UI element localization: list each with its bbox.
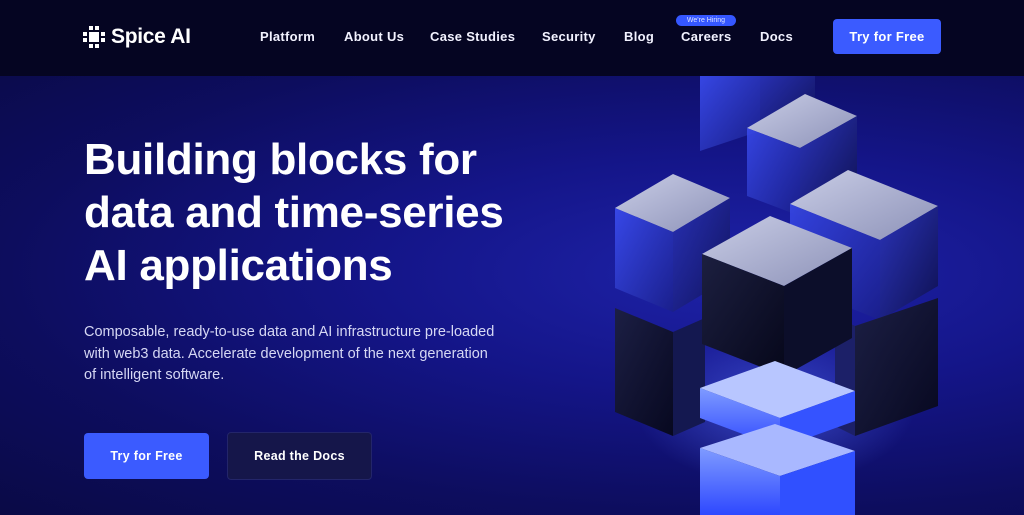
hero-section: Building blocks for data and time-series…	[0, 76, 1024, 515]
read-the-docs-button[interactable]: Read the Docs	[227, 432, 372, 480]
top-navigation-bar: Spice AI Platform About Us Case Studies …	[0, 0, 1024, 76]
nav-item-platform[interactable]: Platform	[260, 29, 315, 44]
hero-headline: Building blocks for data and time-series…	[84, 133, 554, 292]
hero-subtext: Composable, ready-to-use data and AI inf…	[84, 322, 534, 387]
hiring-badge: We're Hiring	[676, 15, 736, 26]
subtext-line: with web3 data. Accelerate development o…	[84, 345, 488, 362]
nav-item-careers[interactable]: Careers	[681, 29, 732, 44]
glass-cubes-illustration	[600, 76, 960, 515]
nav-item-about-us[interactable]: About Us	[344, 29, 404, 44]
nav-item-blog[interactable]: Blog	[624, 29, 654, 44]
subtext-line: of intelligent software.	[84, 367, 225, 383]
nav-item-security[interactable]: Security	[542, 29, 596, 44]
nav-item-case-studies[interactable]: Case Studies	[430, 29, 515, 44]
subtext-line: Composable, ready-to-use data and AI inf…	[84, 324, 495, 340]
try-for-free-button[interactable]: Try for Free	[84, 433, 209, 479]
headline-line: data and time-series	[84, 188, 504, 237]
nav-try-for-free-button[interactable]: Try for Free	[833, 19, 941, 54]
headline-line: Building blocks for	[84, 135, 477, 184]
headline-line: AI applications	[84, 241, 393, 290]
nav-item-docs[interactable]: Docs	[760, 29, 793, 44]
